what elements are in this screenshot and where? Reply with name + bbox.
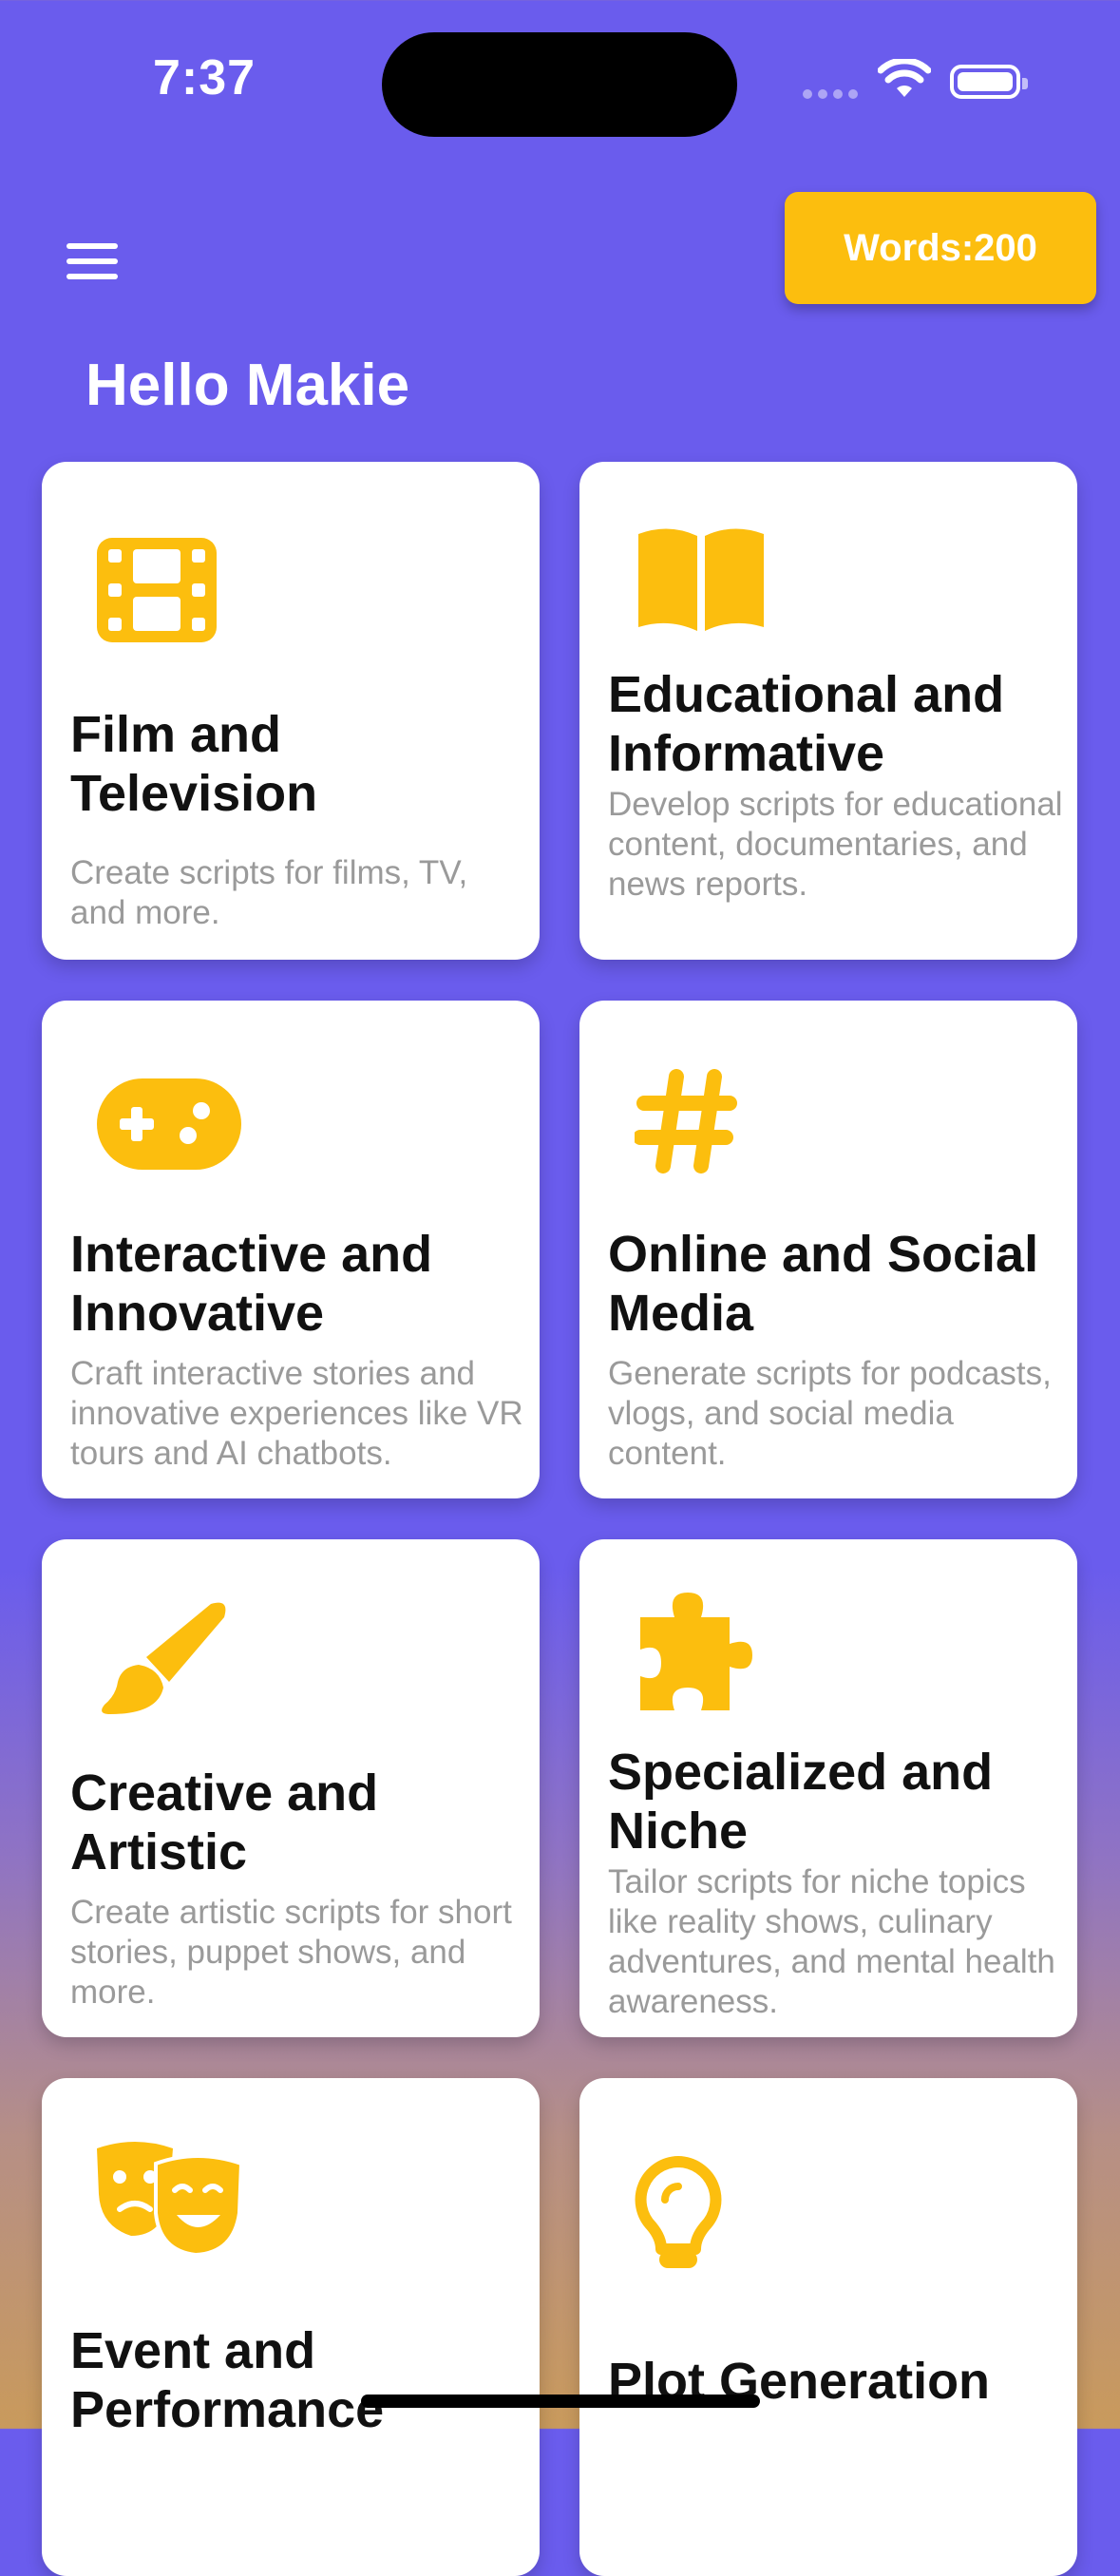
card-title: Specialized and Niche bbox=[608, 1744, 994, 1860]
card-description: Create scripts for films, TV, and more. bbox=[70, 854, 468, 931]
status-time: 7:37 bbox=[152, 50, 256, 105]
home-indicator[interactable] bbox=[361, 2395, 760, 2408]
card-title: Creative and Artistic bbox=[70, 1765, 379, 1880]
card-description: Tailor scripts for niche topics like rea… bbox=[608, 1863, 1055, 2020]
card-specialized-and-niche[interactable]: Specialized and Niche Tailor scripts for… bbox=[579, 1539, 1077, 2037]
puzzle-icon bbox=[640, 1593, 752, 1710]
paintbrush-icon bbox=[102, 1602, 226, 1714]
card-film-and-television[interactable]: Film and Television Create scripts for f… bbox=[42, 462, 540, 960]
card-description: Generate scripts for podcasts, vlogs, an… bbox=[608, 1355, 1052, 1472]
card-description: Develop scripts for educational content,… bbox=[608, 786, 1063, 903]
hashtag-icon bbox=[635, 1069, 737, 1174]
card-title: Film and Television bbox=[70, 706, 318, 822]
dynamic-island bbox=[382, 32, 737, 137]
gamepad-icon bbox=[97, 1078, 241, 1170]
theater-masks-icon bbox=[97, 2142, 244, 2257]
battery-icon bbox=[950, 65, 1028, 99]
card-creative-and-artistic[interactable]: Creative and Artistic Create artistic sc… bbox=[42, 1539, 540, 2037]
card-title: Online and Social Media bbox=[608, 1226, 1039, 1342]
card-interactive-and-innovative[interactable]: Interactive and Innovative Craft interac… bbox=[42, 1001, 540, 1498]
words-count-button[interactable]: Words:200 bbox=[785, 192, 1096, 304]
greeting-title: Hello Makie bbox=[85, 353, 410, 418]
cellular-signal-icon bbox=[803, 89, 860, 101]
card-plot-generation[interactable]: Plot Generation bbox=[579, 2078, 1077, 2576]
card-title: Event and Performance bbox=[70, 2322, 385, 2438]
status-bar: 7:37 bbox=[0, 0, 1120, 171]
card-description: Craft interactive stories and innovative… bbox=[70, 1355, 523, 1472]
card-event-and-performance[interactable]: Event and Performance bbox=[42, 2078, 540, 2576]
card-title: Educational and Informative bbox=[608, 666, 1005, 782]
card-educational-and-informative[interactable]: Educational and Informative Develop scri… bbox=[579, 462, 1077, 960]
book-icon bbox=[638, 528, 764, 631]
lightbulb-icon bbox=[635, 2156, 722, 2268]
card-description: Create artistic scripts for short storie… bbox=[70, 1894, 512, 2011]
film-icon bbox=[97, 538, 217, 642]
wifi-icon bbox=[878, 59, 931, 97]
card-online-and-social-media[interactable]: Online and Social Media Generate scripts… bbox=[579, 1001, 1077, 1498]
hamburger-menu-icon[interactable] bbox=[59, 238, 123, 285]
card-title: Interactive and Innovative bbox=[70, 1226, 433, 1342]
